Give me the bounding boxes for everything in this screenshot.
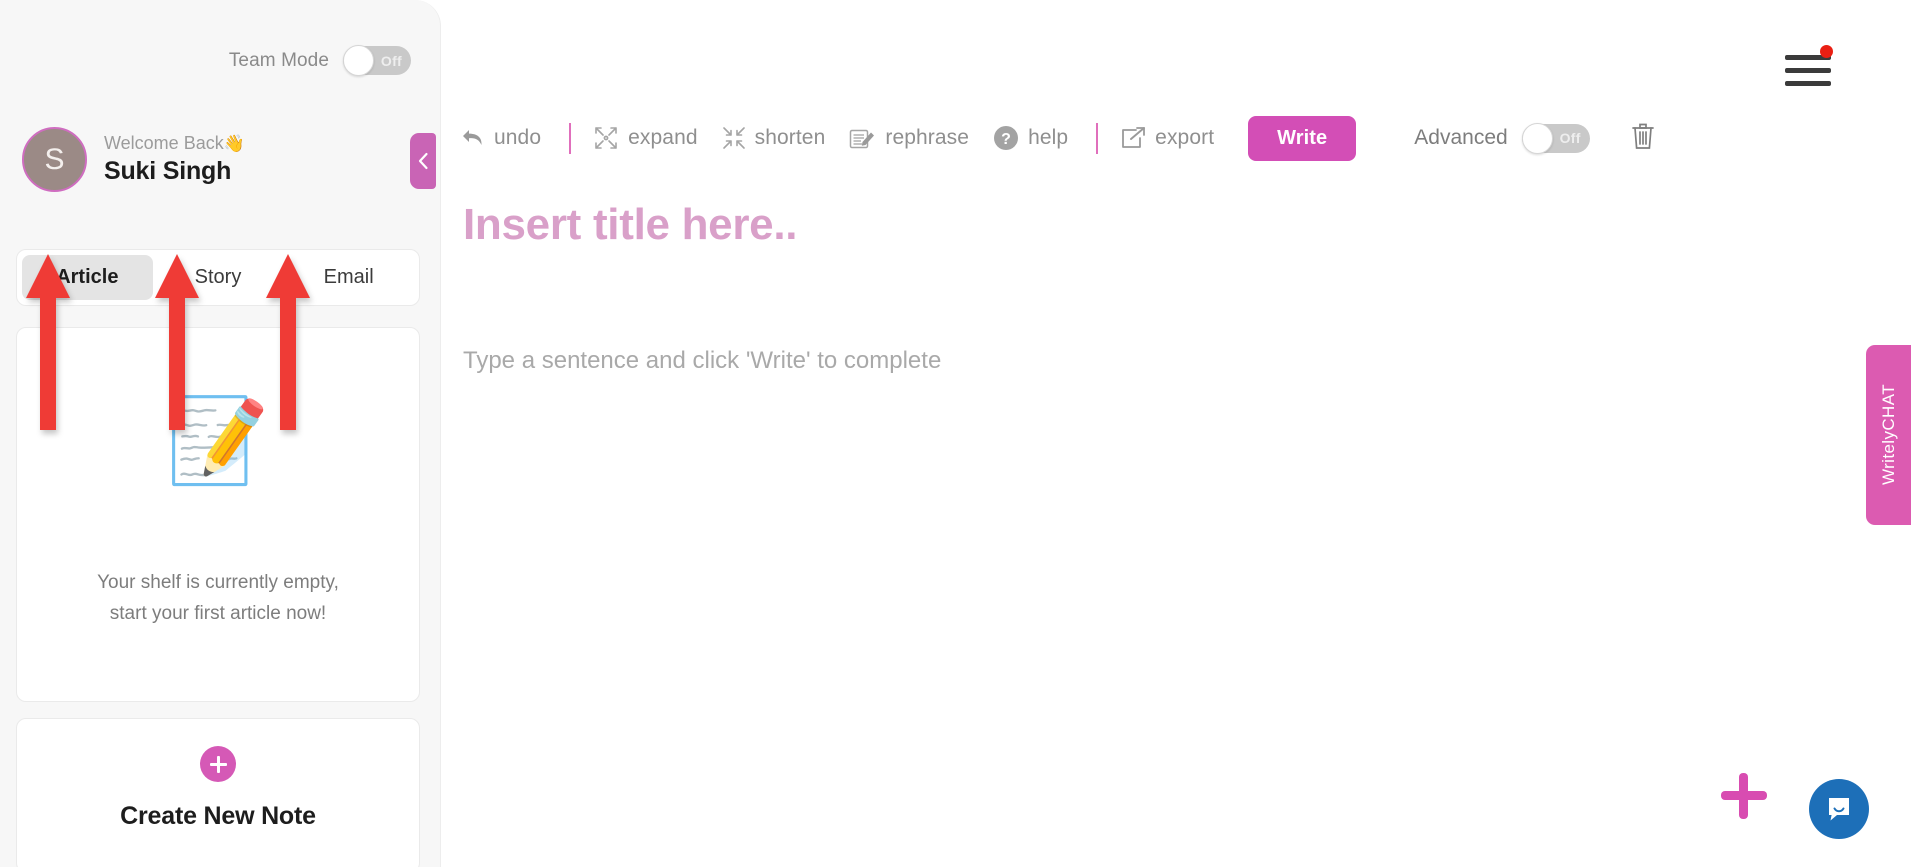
svg-text:?: ?: [1001, 131, 1011, 148]
advanced-state: Off: [1559, 130, 1581, 146]
export-label: export: [1155, 126, 1215, 149]
toggle-knob: [343, 45, 374, 76]
tab-article[interactable]: Article: [22, 255, 153, 300]
shelf-empty-line-1: Your shelf is currently empty,: [97, 572, 339, 594]
rephrase-button[interactable]: rephrase: [849, 126, 969, 151]
expand-arrows-icon: [593, 125, 619, 151]
content-type-tabs: Article Story Email: [16, 249, 420, 306]
writelychat-side-tab[interactable]: WritelyCHAT: [1866, 345, 1911, 525]
welcome-line: Welcome Back👋: [104, 133, 245, 154]
hamburger-menu-icon[interactable]: [1785, 55, 1831, 86]
advanced-toggle[interactable]: Off: [1521, 122, 1590, 154]
writelychat-label: WritelyCHAT: [1878, 384, 1898, 486]
hamburger-bar: [1785, 81, 1831, 86]
shorten-button[interactable]: shorten: [722, 126, 826, 150]
advanced-label: Advanced: [1414, 126, 1508, 149]
toggle-knob: [1521, 122, 1553, 154]
undo-button[interactable]: undo: [461, 126, 541, 150]
avatar: S: [22, 127, 87, 192]
notification-dot-icon: [1820, 45, 1833, 58]
add-fab-plus-icon[interactable]: [1721, 773, 1767, 819]
waving-hand-icon: 👋: [223, 134, 245, 153]
pencil-document-icon: [849, 126, 876, 151]
editor-toolbar: undo expand shorten rephrase ? help expo…: [461, 114, 1656, 162]
hamburger-bar: [1785, 68, 1831, 73]
help-label: help: [1028, 126, 1069, 149]
delete-button[interactable]: [1630, 121, 1656, 156]
title-input-placeholder[interactable]: Insert title here..: [463, 200, 797, 250]
shorten-label: shorten: [754, 126, 826, 149]
main-editor-area: undo expand shorten rephrase ? help expo…: [441, 0, 1911, 867]
welcome-text: Welcome Back: [104, 133, 224, 153]
app-root: Team Mode Off S Welcome Back👋 Suki Singh…: [0, 0, 1911, 867]
export-button[interactable]: export: [1120, 126, 1214, 150]
advanced-row: Advanced Off: [1414, 122, 1590, 154]
body-input-placeholder[interactable]: Type a sentence and click 'Write' to com…: [463, 347, 941, 375]
avatar-initial: S: [44, 142, 65, 176]
write-button[interactable]: Write: [1248, 115, 1357, 161]
team-mode-row: Team Mode Off: [0, 45, 411, 76]
toolbar-divider-2: [1096, 122, 1099, 154]
shelf-panel: 📝 Your shelf is currently empty, start y…: [16, 327, 420, 702]
share-export-icon: [1120, 126, 1146, 150]
help-button[interactable]: ? help: [993, 125, 1068, 151]
shelf-empty-message: Your shelf is currently empty, start you…: [97, 568, 339, 630]
sidebar-collapse-button[interactable]: [410, 133, 436, 189]
profile-text: Welcome Back👋 Suki Singh: [104, 133, 245, 186]
sidebar: Team Mode Off S Welcome Back👋 Suki Singh…: [0, 0, 441, 867]
shorten-arrows-icon: [722, 126, 746, 150]
expand-label: expand: [628, 126, 698, 149]
create-new-note-label: Create New Note: [120, 802, 316, 830]
rephrase-label: rephrase: [885, 126, 970, 149]
user-name: Suki Singh: [104, 157, 232, 185]
tab-story[interactable]: Story: [153, 255, 284, 300]
expand-button[interactable]: expand: [593, 125, 698, 151]
chevron-left-icon: [418, 152, 428, 170]
tab-email[interactable]: Email: [283, 255, 414, 300]
shelf-empty-line-2: start your first article now!: [109, 603, 327, 624]
team-mode-toggle[interactable]: Off: [343, 45, 411, 76]
undo-label: undo: [494, 126, 542, 149]
intercom-chat-icon: [1829, 798, 1849, 821]
user-profile[interactable]: S Welcome Back👋 Suki Singh: [22, 127, 245, 192]
team-mode-state: Off: [380, 52, 402, 69]
undo-arrow-icon: [461, 127, 485, 149]
create-new-note-card[interactable]: Create New Note: [16, 718, 420, 867]
team-mode-label: Team Mode: [228, 49, 329, 71]
toolbar-divider-1: [569, 122, 572, 154]
question-circle-icon: ?: [993, 125, 1019, 151]
intercom-chat-launcher[interactable]: [1809, 779, 1869, 839]
memo-icon: 📝: [166, 394, 270, 488]
plus-circle-icon[interactable]: [200, 746, 236, 782]
